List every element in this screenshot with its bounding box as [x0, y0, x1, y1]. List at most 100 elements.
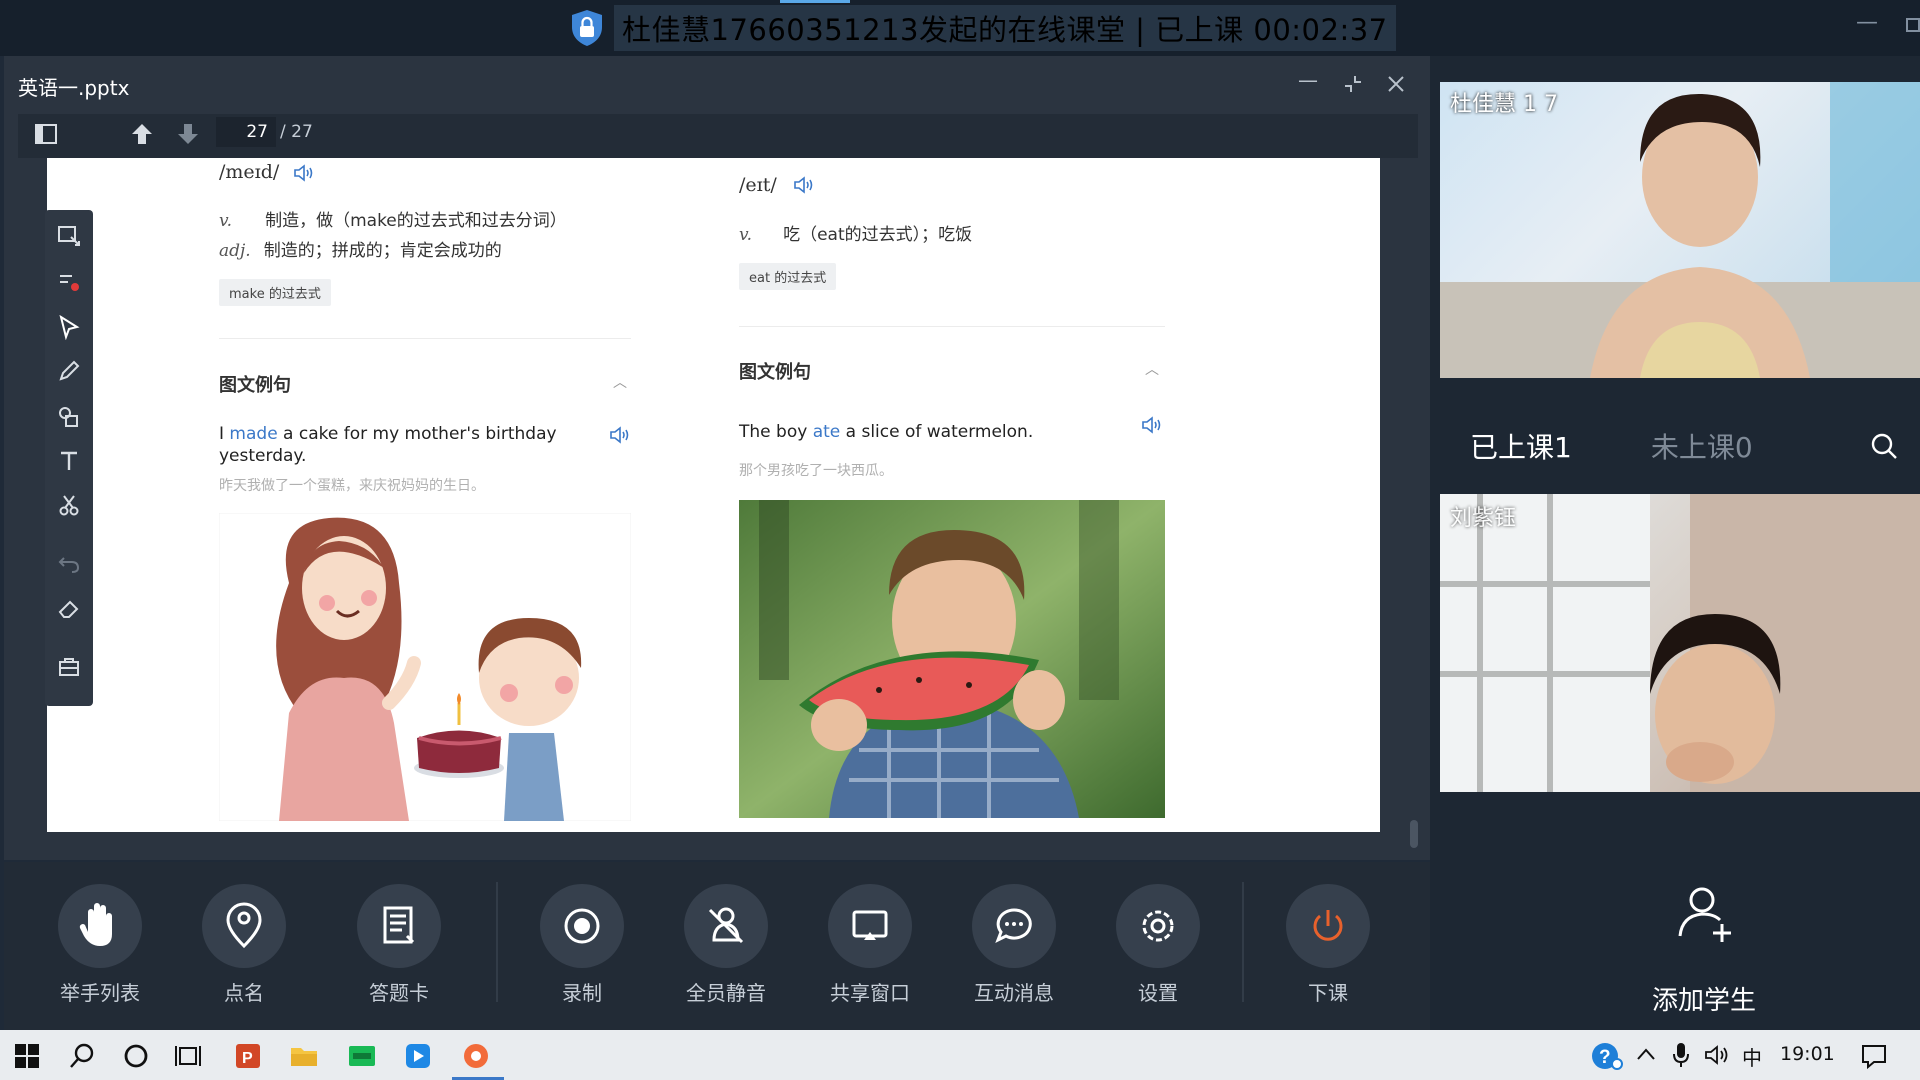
settings-button[interactable]	[1116, 884, 1200, 968]
ppt-close-icon[interactable]	[1387, 75, 1405, 93]
speaker-icon[interactable]	[609, 426, 631, 444]
powerpoint-icon: P	[236, 1044, 260, 1068]
section-divider	[219, 338, 631, 339]
input-method-indicator[interactable]: 中	[1742, 1042, 1762, 1071]
power-icon	[1313, 910, 1343, 941]
speaker-icon[interactable]	[1141, 416, 1163, 434]
taskbar-file-explorer[interactable]	[286, 1038, 322, 1074]
text-tool-icon[interactable]	[56, 448, 82, 474]
svg-text:P: P	[242, 1050, 253, 1067]
sidebar-toggle-icon[interactable]	[34, 123, 58, 145]
roll-call-label: 点名	[224, 981, 264, 1005]
roll-call-button[interactable]	[202, 884, 286, 968]
highlight-word: made	[229, 424, 278, 444]
control-separator	[496, 882, 498, 1002]
taskbar-app-blue[interactable]	[400, 1038, 436, 1074]
select-area-icon[interactable]	[56, 222, 82, 248]
section-divider	[739, 326, 1165, 327]
microphone-icon[interactable]	[1672, 1042, 1690, 1068]
record-label: 录制	[562, 981, 602, 1005]
chat-bubble-icon	[995, 908, 1032, 944]
boy-watermelon-photo	[739, 500, 1165, 818]
chevron-up-icon[interactable]: ︿	[1145, 359, 1159, 379]
pen-icon[interactable]	[56, 358, 82, 384]
speaker-icon[interactable]	[293, 164, 315, 182]
folder-icon	[291, 1048, 317, 1066]
taskbar-clock[interactable]: 19:01	[1780, 1043, 1835, 1065]
cortana-icon[interactable]	[122, 1042, 150, 1070]
answer-card-button[interactable]	[357, 884, 441, 968]
slide-canvas[interactable]: /meɪd/ v. 制造，做（make的过去式和过去分词） adj. 制造的；拼…	[47, 158, 1380, 832]
volume-icon[interactable]	[1704, 1044, 1730, 1066]
help-icon[interactable]: ?	[1590, 1040, 1624, 1072]
page-number-input[interactable]: 27	[216, 117, 276, 147]
ppt-minimize-button[interactable]: —	[1298, 68, 1318, 92]
add-student-label: 添加学生	[1652, 986, 1757, 1016]
mute-all-icon	[708, 907, 744, 944]
toolbox-icon[interactable]	[56, 654, 82, 680]
taskbar-classroom-app[interactable]	[458, 1038, 494, 1074]
speaker-icon[interactable]	[793, 176, 815, 194]
windows-start-icon[interactable]	[14, 1043, 40, 1069]
tab-not-in-class[interactable]: 未上课0	[1651, 431, 1753, 464]
taskbar-powerpoint[interactable]: P	[230, 1038, 266, 1074]
blue-app-icon	[406, 1044, 430, 1068]
pointer-arrow-icon[interactable]	[56, 314, 82, 340]
raise-hand-icon	[79, 903, 112, 946]
right-def-row-1: v. 吃（eat的过去式）；吃饭	[739, 220, 972, 245]
laser-pointer-icon[interactable]	[56, 268, 82, 294]
section-title: 图文例句	[219, 375, 291, 396]
share-window-button[interactable]	[828, 884, 912, 968]
right-phonetic: /eɪt/	[739, 174, 777, 196]
chevron-up-icon[interactable]: ︿	[613, 372, 627, 392]
left-def-row-2: adj. 制造的；拼成的；肯定会成功的	[219, 236, 502, 261]
window-title: 杜佳慧17660351213发起的在线课堂 | 已上课 00:02:37	[614, 5, 1396, 51]
pos-label: v.	[739, 225, 752, 245]
definition-text: 制造，做（make的过去式和过去分词）	[265, 211, 567, 231]
undo-icon[interactable]	[56, 550, 82, 576]
end-class-button[interactable]	[1286, 884, 1370, 968]
mother-son-cake-illustration	[219, 513, 631, 821]
title-accent-line	[780, 0, 850, 3]
taskbar-search-icon[interactable]	[68, 1042, 96, 1070]
task-view-icon[interactable]	[174, 1042, 204, 1070]
example-sentence: I made a cake for my mother's birthday y…	[219, 423, 579, 467]
notification-center-icon[interactable]	[1860, 1042, 1888, 1070]
definition-text: 吃（eat的过去式）；吃饭	[783, 225, 973, 245]
word-form-tag: make 的过去式	[219, 279, 331, 306]
student-name: 刘紫钰	[1450, 506, 1517, 531]
ppt-shrink-icon[interactable]	[1343, 74, 1363, 94]
teacher-name: 杜佳慧 1 7	[1450, 92, 1558, 117]
definition-text: 制造的；拼成的；肯定会成功的	[263, 241, 502, 261]
search-icon[interactable]	[1870, 432, 1898, 460]
mute-all-label: 全员静音	[686, 981, 766, 1005]
gear-icon	[1142, 910, 1174, 942]
share-window-icon	[852, 910, 888, 940]
sentence-text: The boy	[739, 422, 813, 442]
taskbar-iqiyi[interactable]	[344, 1038, 380, 1074]
tray-chevron-up-icon[interactable]	[1636, 1046, 1656, 1062]
prev-page-icon[interactable]	[130, 122, 154, 146]
student-camera-feed	[1440, 494, 1920, 792]
svg-text:?: ?	[1599, 1047, 1611, 1068]
record-button[interactable]	[540, 884, 624, 968]
teacher-video-tile[interactable]	[1440, 82, 1920, 378]
left-phonetic: /meɪd/	[219, 161, 280, 183]
interactive-messages-button[interactable]	[972, 884, 1056, 968]
eraser-icon[interactable]	[56, 596, 82, 622]
example-translation: 昨天我做了一个蛋糕，来庆祝妈妈的生日。	[219, 478, 485, 494]
maximize-window-button[interactable]	[1906, 18, 1920, 32]
shapes-icon[interactable]	[56, 404, 82, 430]
left-def-row-1: v. 制造，做（make的过去式和过去分词）	[219, 206, 567, 231]
next-page-icon[interactable]	[176, 122, 200, 146]
raise-hand-button[interactable]	[58, 884, 142, 968]
tab-in-class[interactable]: 已上课1	[1470, 431, 1572, 464]
record-icon	[564, 908, 600, 944]
student-video-tile[interactable]	[1440, 494, 1920, 792]
control-separator	[1242, 882, 1244, 1002]
scissors-icon[interactable]	[56, 492, 82, 518]
mute-all-button[interactable]	[684, 884, 768, 968]
slide-scrollbar[interactable]	[1410, 820, 1418, 848]
minimize-window-button[interactable]: —	[1856, 10, 1878, 35]
shield-lock-icon	[572, 10, 602, 46]
